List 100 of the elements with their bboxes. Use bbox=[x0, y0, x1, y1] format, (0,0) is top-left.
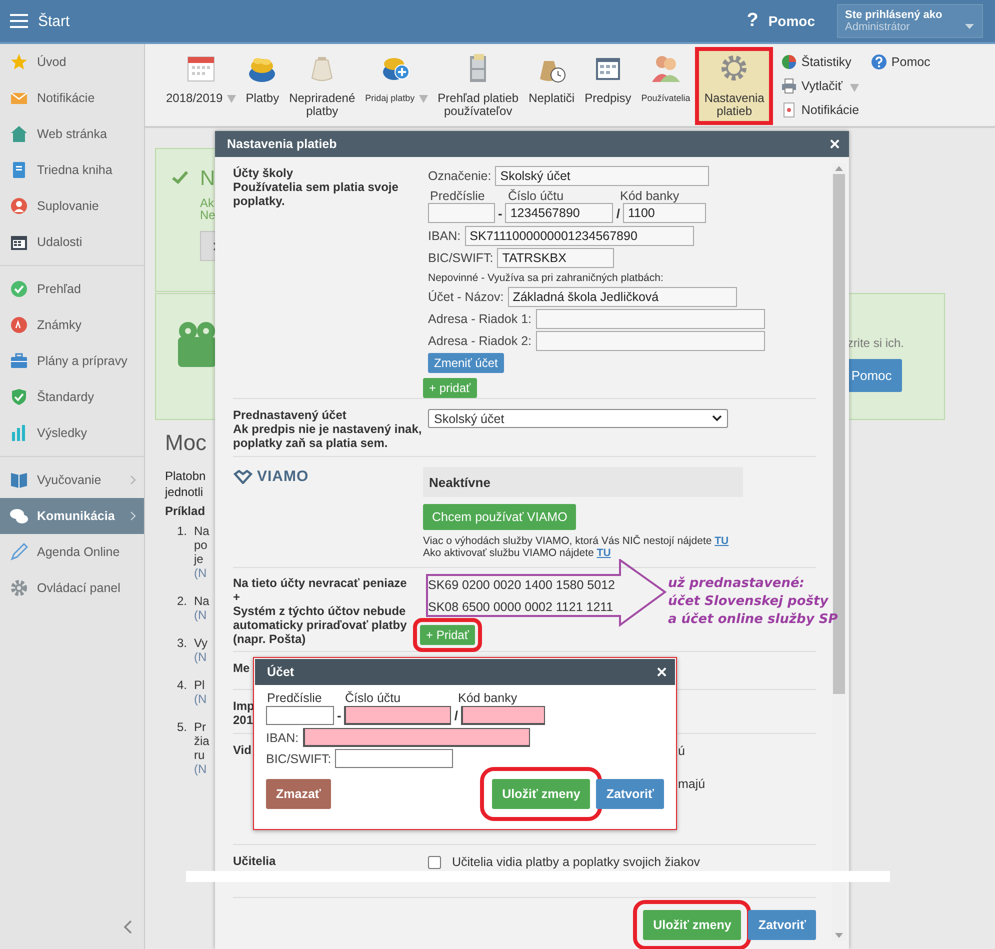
status-box: Neaktívne bbox=[423, 467, 743, 497]
sidebar-item[interactable]: Udalosti bbox=[0, 224, 144, 260]
dialog-title: Účet bbox=[267, 665, 294, 679]
page-title: Štart bbox=[38, 12, 70, 30]
close-button[interactable]: × bbox=[829, 135, 840, 153]
grade-icon bbox=[10, 316, 28, 334]
toolbar-link[interactable]: Pomoc bbox=[871, 50, 930, 74]
person-icon bbox=[10, 197, 28, 215]
close-button[interactable]: × bbox=[656, 663, 667, 681]
list-text: Na bbox=[194, 594, 210, 608]
field-label: IBAN: bbox=[266, 730, 299, 744]
printer-icon bbox=[781, 78, 798, 94]
sidebar-item[interactable]: Výsledky bbox=[0, 415, 144, 451]
article-text: Platobn bbox=[165, 468, 206, 484]
list-note: (N bbox=[194, 650, 208, 664]
plus-text: + bbox=[233, 590, 240, 604]
field-label: Predčíslie bbox=[267, 691, 322, 705]
sidebar-item[interactable]: Notifikácie bbox=[0, 80, 144, 116]
sidebar-item[interactable]: Plány a prípravy bbox=[0, 343, 144, 379]
list-number: 3. bbox=[177, 636, 188, 652]
list-number: 4. bbox=[177, 678, 188, 694]
toolbar-button[interactable]: Používatelia bbox=[636, 44, 696, 126]
account-number: SK69 0200 0020 1400 1580 5012 bbox=[428, 578, 615, 592]
field-label: Adresa - Riadok 1: bbox=[428, 312, 532, 326]
input-field[interactable] bbox=[335, 749, 454, 768]
book-icon bbox=[10, 471, 28, 489]
sidebar-item[interactable]: Suplovanie bbox=[0, 188, 144, 224]
sidebar-item[interactable]: Prehľad bbox=[0, 271, 144, 307]
field-label: Kód banky bbox=[458, 691, 518, 705]
toolbar-button[interactable]: Neplatiči bbox=[524, 44, 580, 126]
toolbar-button[interactable]: Nepriradené platby bbox=[284, 44, 360, 126]
sidebar-item[interactable]: Vyučovanie bbox=[0, 462, 144, 498]
list-text: ru bbox=[194, 748, 206, 762]
checkbox[interactable] bbox=[428, 856, 441, 868]
toolbar-link[interactable]: Štatistiky bbox=[781, 50, 860, 74]
user-menu[interactable]: Ste prihlásený ako Administrátor bbox=[837, 4, 983, 38]
menu-icon[interactable] bbox=[10, 14, 28, 28]
close-button[interactable]: Zatvoriť bbox=[596, 779, 664, 809]
input-field[interactable]: TATRSKBX bbox=[497, 248, 614, 268]
close-button[interactable]: Zatvoriť bbox=[748, 910, 816, 940]
account-select[interactable]: Skolský účet bbox=[428, 409, 728, 428]
input-field[interactable]: Základná škola Jedličková bbox=[508, 287, 737, 307]
list-text: Pr bbox=[194, 720, 207, 734]
list-note: (N bbox=[194, 692, 207, 706]
link[interactable]: TU bbox=[596, 547, 611, 559]
add-button[interactable]: + pridať bbox=[423, 378, 477, 398]
toolbar-link[interactable]: Notifikácie bbox=[781, 98, 860, 122]
notice-title: N bbox=[200, 167, 216, 191]
separator-text: - bbox=[337, 708, 342, 723]
section-title: 201 bbox=[233, 713, 254, 727]
input-field[interactable] bbox=[344, 706, 452, 725]
field-label: Označenie: bbox=[428, 169, 492, 183]
chat-icon bbox=[10, 507, 28, 525]
user-name: Administrátor bbox=[845, 21, 910, 33]
input-field[interactable] bbox=[428, 203, 495, 223]
toolbar-button[interactable]: Predpisy bbox=[580, 44, 636, 126]
input-field[interactable] bbox=[460, 706, 545, 725]
collapse-icon[interactable] bbox=[123, 920, 132, 934]
sidebar-item[interactable]: Známky bbox=[0, 307, 144, 343]
toolbar-button[interactable]: Pridaj platby bbox=[360, 44, 433, 126]
link[interactable]: TU bbox=[714, 535, 729, 547]
sidebar-item[interactable]: Komunikácia bbox=[0, 498, 144, 534]
toolbar-button[interactable]: Platby bbox=[240, 44, 284, 126]
user-label: Ste prihlásený ako bbox=[845, 9, 942, 21]
delete-button[interactable]: Zmazať bbox=[266, 779, 331, 809]
change-account-button[interactable]: Zmeniť účet bbox=[428, 353, 504, 373]
section-description: Ak predpis nie je nastavený inak, poplatky zaň sa platia sem. bbox=[233, 422, 423, 450]
sidebar-item[interactable]: Ovládací panel bbox=[0, 570, 144, 606]
toolbar-button[interactable]: 2018/2019 bbox=[161, 44, 241, 126]
notebook-icon bbox=[10, 161, 28, 179]
info-text: Viac o výhodách služby VIAMO, ktorá Vás NIČ nestojí nájdete TU bbox=[423, 535, 729, 547]
input-field[interactable]: 1100 bbox=[622, 203, 706, 223]
list-note: (N bbox=[194, 762, 208, 776]
input-field[interactable] bbox=[266, 706, 334, 725]
add-button[interactable]: + Pridať bbox=[420, 625, 475, 645]
help-link[interactable]: ? Pomoc bbox=[746, 10, 815, 32]
input-field[interactable] bbox=[302, 728, 530, 747]
input-field[interactable]: SK7111000000001234567890 bbox=[464, 226, 694, 246]
save-button[interactable]: Uložiť zmeny bbox=[492, 779, 590, 809]
save-button[interactable]: Uložiť zmeny bbox=[643, 910, 742, 940]
check-icon bbox=[172, 171, 188, 184]
viamo-button[interactable]: Chcem používať VIAMO bbox=[423, 504, 576, 530]
sidebar-item[interactable]: Štandardy bbox=[0, 379, 144, 415]
notice-text: Ak bbox=[200, 197, 216, 209]
input-field[interactable] bbox=[536, 309, 765, 329]
sidebar-item[interactable]: Úvod bbox=[0, 44, 144, 80]
scroll-up-icon bbox=[835, 166, 843, 171]
input-field[interactable] bbox=[536, 331, 765, 351]
field-label: Účet - Názov: bbox=[428, 290, 504, 304]
toolbar-button[interactable]: Nastavenia platieb bbox=[699, 51, 770, 121]
input-field[interactable]: Skolský účet bbox=[495, 166, 710, 186]
field-label: IBAN: bbox=[428, 229, 461, 243]
toolbar-link[interactable]: Vytlačiť bbox=[781, 74, 860, 98]
field-label: BIC/SWIFT: bbox=[428, 251, 494, 265]
toolbar-button[interactable]: Prehľad platieb používateľov bbox=[432, 44, 524, 126]
input-field[interactable]: 1234567890 bbox=[505, 203, 614, 223]
calendar-icon bbox=[10, 233, 28, 251]
sidebar-item[interactable]: Web stránka bbox=[0, 116, 144, 152]
sidebar-item[interactable]: Triedna kniha bbox=[0, 152, 144, 188]
sidebar-item[interactable]: Agenda Online bbox=[0, 534, 144, 570]
